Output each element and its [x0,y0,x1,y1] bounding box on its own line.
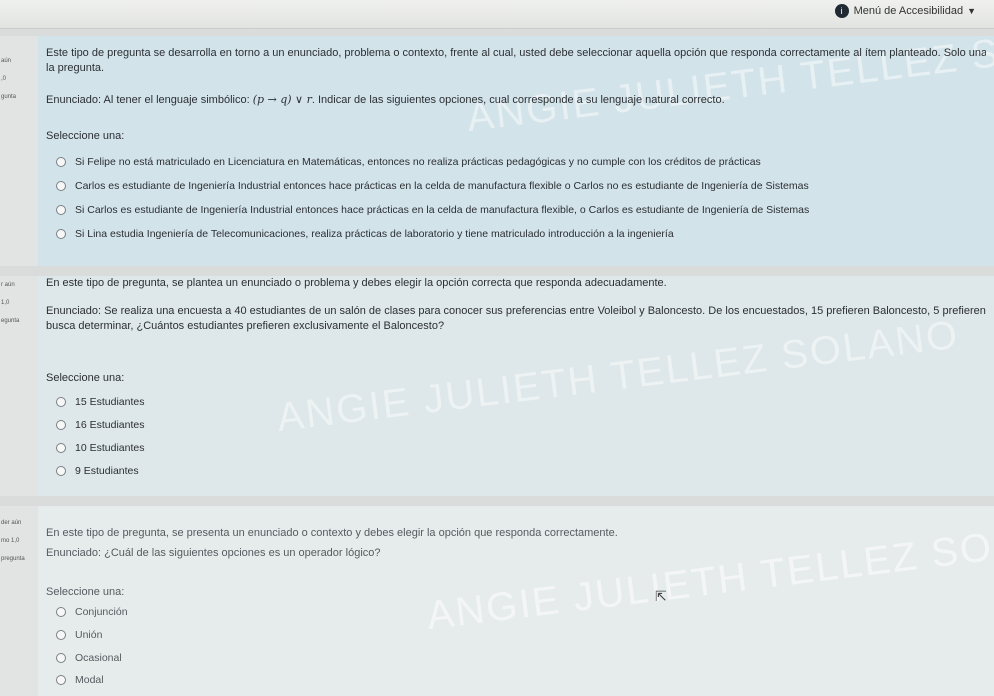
option-label: Si Lina estudia Ingeniería de Telecomuni… [75,228,674,240]
question-intro: En este tipo de pregunta, se plantea un … [46,277,667,289]
chevron-down-icon: ▼ [967,6,976,16]
answer-option[interactable]: 15 Estudiantes [56,396,144,408]
answer-option[interactable]: 9 Estudiantes [56,465,139,477]
option-label: 16 Estudiantes [75,419,145,431]
option-label: 15 Estudiantes [75,396,145,408]
radio-button[interactable] [56,630,66,640]
radio-button[interactable] [56,675,66,685]
option-label: 10 Estudiantes [75,442,145,454]
answer-option[interactable]: Ocasional [56,652,122,664]
question-intro: En este tipo de pregunta, se presenta un… [46,527,618,539]
question-statement: Enunciado: Al tener el lenguaje simbólic… [46,92,725,108]
question-info-text: egunta [1,318,20,324]
question-2: r aún 1,0 egunta ANGIE JULIETH TELLEZ SO… [0,276,994,496]
answer-option[interactable]: 16 Estudiantes [56,419,144,431]
select-label: Seleccione una: [46,586,125,598]
option-label: Conjunción [75,606,128,618]
accessibility-menu-label: Menú de Accesibilidad [853,5,964,17]
option-label: Unión [75,629,103,641]
question-info-text: gunta [1,94,17,100]
question-info-text: mo 1,0 [1,538,20,544]
radio-button[interactable] [56,653,66,663]
question-statement-continued: busca determinar, ¿Cuántos estudiantes p… [46,320,445,332]
answer-option[interactable]: 10 Estudiantes [56,442,144,454]
question-info-text: ,0 [1,76,7,82]
option-label: 9 Estudiantes [75,465,139,477]
answer-option[interactable]: Si Carlos es estudiante de Ingeniería In… [56,204,809,216]
radio-button[interactable] [56,205,66,215]
statement-prefix: Enunciado: Al tener el lenguaje simbólic… [46,94,253,106]
answer-option[interactable]: Modal [56,674,104,686]
statement-suffix: . Indicar de las siguientes opciones, cu… [311,94,725,106]
radio-button[interactable] [56,397,66,407]
watermark: ANGIE JULIETH TELLEZ SOLANO [464,12,994,141]
question-info: r aún 1,0 egunta [0,276,38,496]
option-label: Si Felipe no está matriculado en Licenci… [75,156,761,168]
question-intro-continued: la pregunta. [46,62,105,74]
question-3: der aún mo 1,0 pregunta ANGIE JULIETH TE… [0,506,994,696]
select-label: Seleccione una: [46,372,125,384]
question-info-text: aún [1,58,12,64]
answer-option[interactable]: Carlos es estudiante de Ingeniería Indus… [56,180,809,192]
question-1: aún ,0 gunta ANGIE JULIETH TELLEZ SOLANO… [0,13,994,266]
accessibility-menu[interactable]: i Menú de Accesibilidad ▼ [834,4,976,18]
question-info-text: pregunta [1,556,25,562]
radio-button[interactable] [56,181,66,191]
radio-button[interactable] [56,420,66,430]
question-intro: Este tipo de pregunta se desarrolla en t… [46,47,986,59]
answer-option[interactable]: Si Felipe no está matriculado en Licenci… [56,156,761,168]
accessibility-icon: i [834,4,849,18]
question-info-text: 1,0 [1,300,10,306]
option-label: Carlos es estudiante de Ingeniería Indus… [75,180,809,192]
radio-button[interactable] [56,157,66,167]
radio-button[interactable] [56,229,66,239]
answer-option[interactable]: Si Lina estudia Ingeniería de Telecomuni… [56,228,674,240]
mouse-pointer-icon: ⇱ [655,588,667,604]
statement-formula: (p → q) ∨ r [252,93,312,106]
select-label: Seleccione una: [46,130,125,142]
option-label: Ocasional [75,652,122,664]
radio-button[interactable] [56,466,66,476]
answer-option[interactable]: Conjunción [56,606,128,618]
question-statement: Enunciado: Se realiza una encuesta a 40 … [46,305,986,317]
option-label: Si Carlos es estudiante de Ingeniería In… [75,204,810,216]
radio-button[interactable] [56,607,66,617]
question-info: aún ,0 gunta [0,36,38,266]
question-info: der aún mo 1,0 pregunta [0,506,38,696]
radio-button[interactable] [56,443,66,453]
answer-option[interactable]: Unión [56,629,102,641]
top-bar: i Menú de Accesibilidad ▼ [0,0,994,29]
question-info-text: r aún [1,282,15,288]
question-statement: Enunciado: ¿Cuál de las siguientes opcio… [46,547,381,559]
option-label: Modal [75,674,104,686]
question-info-text: der aún [1,520,22,526]
